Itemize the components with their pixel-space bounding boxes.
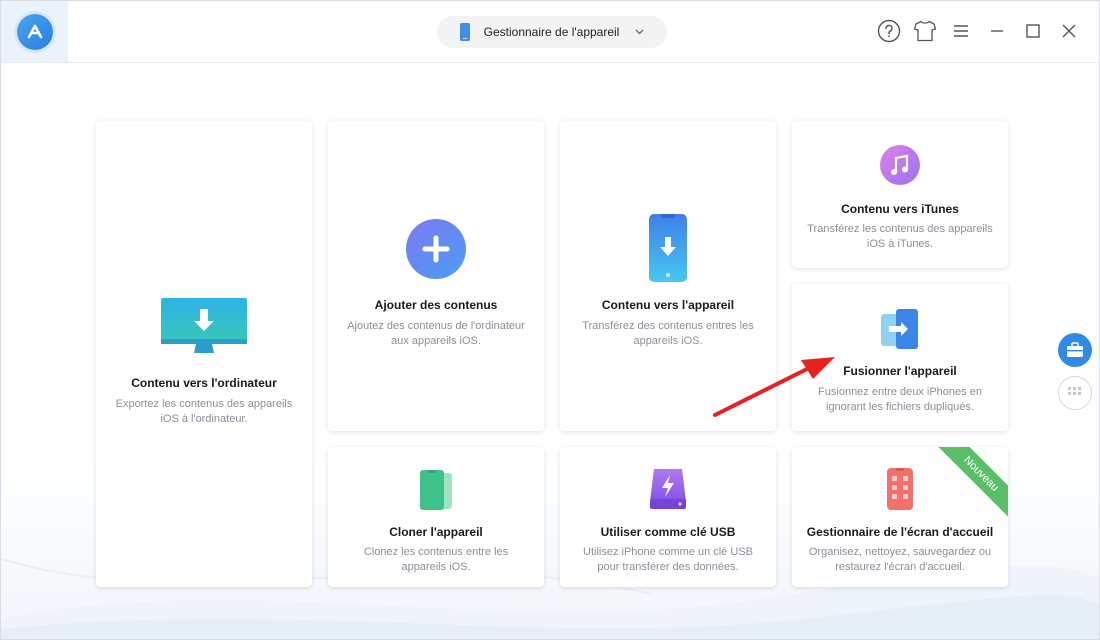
card-description-line-2: iOS à l'ordinateur. bbox=[160, 413, 248, 425]
home-screen-grid-icon bbox=[886, 467, 914, 516]
minimize-icon[interactable] bbox=[985, 19, 1009, 43]
card-description-line-2: pour transférer des données. bbox=[597, 561, 739, 573]
card-description-line-2: appareils iOS. bbox=[401, 561, 471, 573]
card-description-line-1: Transférez des contenus entres les bbox=[582, 320, 754, 332]
card-description-line-1: Fusionnez entre deux iPhones en bbox=[818, 386, 982, 398]
new-badge: Nouveau bbox=[934, 447, 1008, 521]
usb-drive-icon bbox=[648, 467, 688, 516]
close-icon[interactable] bbox=[1057, 19, 1081, 43]
card-description-line-1: Utilisez iPhone comme un clé USB bbox=[583, 546, 753, 558]
card-merge-device[interactable]: Fusionner l'appareil Fusionnez entre deu… bbox=[792, 284, 1008, 431]
card-description-line-2: ignorant les fichiers dupliqués. bbox=[826, 401, 974, 413]
grid-icon bbox=[1068, 387, 1081, 395]
toolbox-button[interactable] bbox=[1058, 333, 1092, 367]
more-tools-button[interactable] bbox=[1058, 376, 1092, 410]
music-note-icon bbox=[880, 145, 920, 190]
merge-phones-icon bbox=[879, 308, 921, 355]
card-content-to-device[interactable]: Contenu vers l'appareil Transférez des c… bbox=[560, 121, 776, 431]
card-title: Contenu vers l'appareil bbox=[601, 298, 735, 312]
device-selector-label: Gestionnaire de l'appareil bbox=[483, 25, 620, 39]
hamburger-menu-icon[interactable] bbox=[949, 19, 973, 43]
card-title: Utiliser comme clé USB bbox=[600, 525, 736, 539]
card-description-line-2: aux appareils iOS. bbox=[391, 335, 481, 347]
card-description-line-1: Ajoutez des contenus de l'ordinateur bbox=[347, 320, 525, 332]
card-title: Contenu vers l'ordinateur bbox=[131, 376, 277, 390]
card-description-line-2: appareils iOS. bbox=[633, 335, 703, 347]
tshirt-icon[interactable] bbox=[913, 19, 937, 43]
device-selector-dropdown[interactable]: Gestionnaire de l'appareil bbox=[437, 16, 667, 48]
card-description-line-2: iOS à iTunes. bbox=[866, 238, 934, 250]
card-content-to-computer[interactable]: Contenu vers l'ordinateur Exportez les c… bbox=[96, 121, 312, 587]
monitor-download-icon bbox=[160, 297, 248, 362]
card-title: Contenu vers iTunes bbox=[841, 202, 959, 216]
title-bar: Gestionnaire de l'appareil bbox=[1, 1, 1099, 63]
card-description-line-2: restaurez l'écran d'accueil. bbox=[835, 561, 965, 573]
app-window: Gestionnaire de l'appareil Contenu vers … bbox=[0, 0, 1100, 640]
card-title: Ajouter des contenus bbox=[374, 298, 498, 312]
maximize-icon[interactable] bbox=[1021, 19, 1045, 43]
card-add-content[interactable]: Ajouter des contenus Ajoutez des contenu… bbox=[328, 121, 544, 431]
card-description-line-1: Clonez les contenus entre les bbox=[363, 546, 509, 558]
card-description-line-1: Organisez, nettoyez, sauvegardez ou bbox=[808, 546, 992, 558]
card-title: Cloner l'appareil bbox=[389, 525, 483, 539]
card-content-to-itunes[interactable]: Contenu vers iTunes Transférez les conte… bbox=[792, 121, 1008, 268]
chevron-down-icon bbox=[635, 27, 644, 38]
toolbox-icon bbox=[1067, 342, 1083, 357]
app-logo-icon[interactable] bbox=[16, 13, 53, 50]
card-description-line-1: Exportez les contenus des appareils bbox=[115, 398, 293, 410]
logo-area bbox=[1, 1, 68, 62]
card-title: Fusionner l'appareil bbox=[843, 364, 957, 378]
plus-circle-icon bbox=[405, 218, 467, 285]
clone-phones-icon bbox=[418, 469, 454, 516]
window-controls bbox=[877, 19, 1081, 43]
phone-icon bbox=[459, 23, 470, 41]
card-clone-device[interactable]: Cloner l'appareil Clonez les contenus en… bbox=[328, 447, 544, 587]
help-icon[interactable] bbox=[877, 19, 901, 43]
card-usb-drive[interactable]: Utiliser comme clé USB Utilisez iPhone c… bbox=[560, 447, 776, 587]
card-title: Gestionnaire de l'écran d'accueil bbox=[806, 525, 994, 539]
card-home-screen-manager[interactable]: Nouveau Gestionnaire de l'écran d'accuei… bbox=[792, 447, 1008, 587]
phone-download-icon bbox=[648, 213, 688, 288]
card-description-line-1: Transférez les contenus des appareils bbox=[807, 223, 993, 235]
